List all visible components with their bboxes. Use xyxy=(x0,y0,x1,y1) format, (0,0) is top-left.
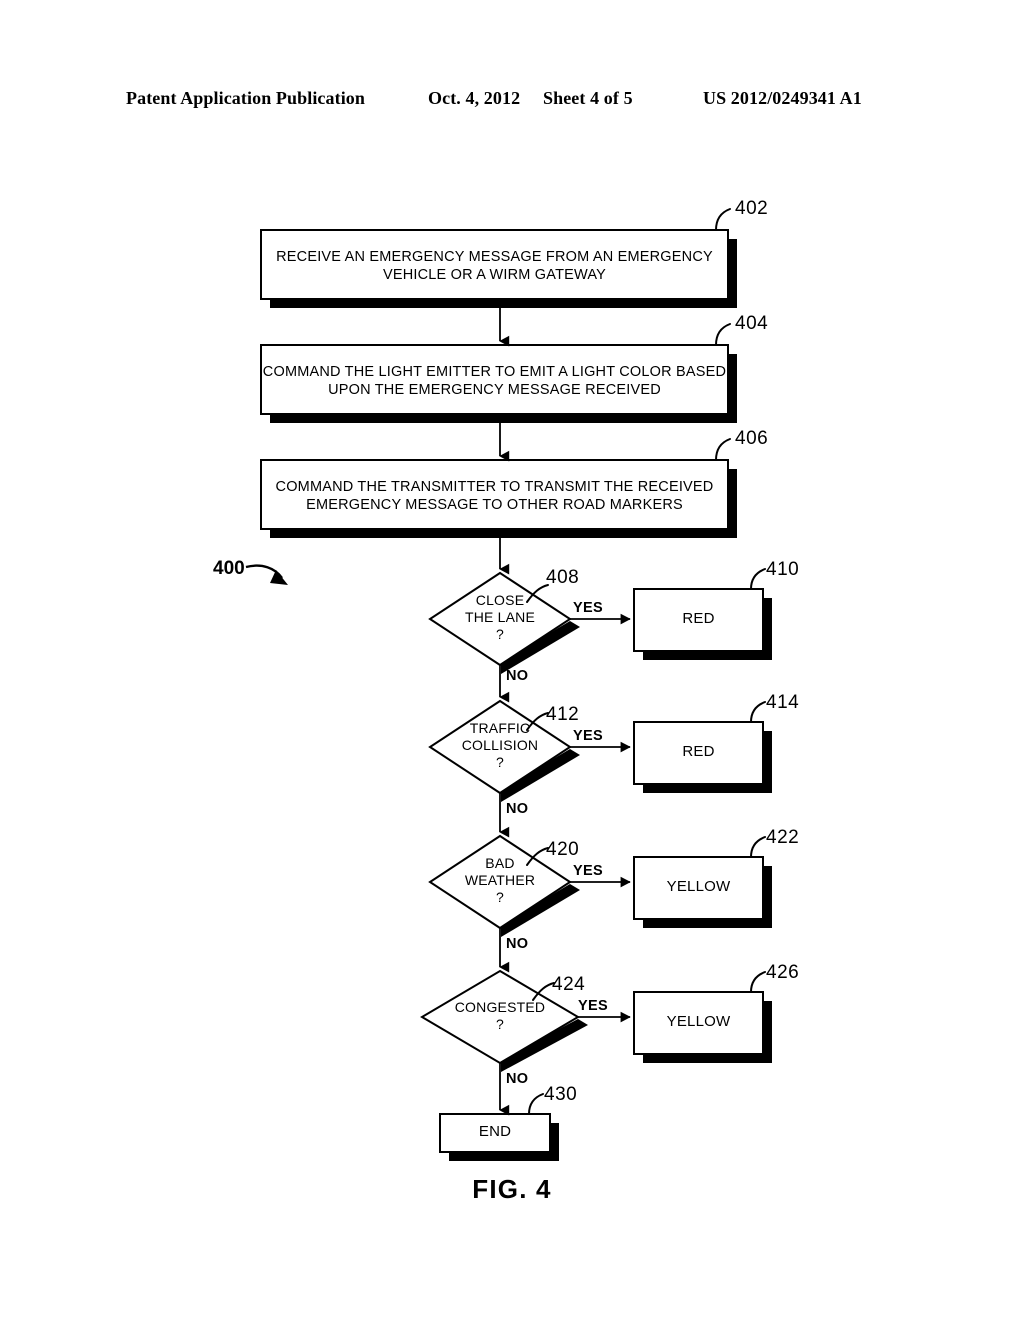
reference-numeral-412: 412 xyxy=(546,704,580,725)
terminal-box-430 xyxy=(439,1113,551,1153)
reference-numeral-424: 424 xyxy=(552,974,586,995)
reference-numeral-420: 420 xyxy=(546,839,580,860)
reference-numeral-426: 426 xyxy=(766,962,800,983)
leader-422 xyxy=(750,836,766,858)
branch-label-no-424: NO xyxy=(506,1071,529,1087)
branch-label-yes-420: YES xyxy=(573,863,603,879)
leader-406 xyxy=(715,438,731,461)
reference-numeral-430: 430 xyxy=(544,1084,578,1105)
branch-label-no-420: NO xyxy=(506,936,529,952)
leader-404 xyxy=(715,323,731,346)
branch-label-no-412: NO xyxy=(506,801,529,817)
leader-426 xyxy=(750,971,766,993)
process-box-402 xyxy=(260,229,729,300)
terminal-box-410 xyxy=(633,588,764,652)
terminal-box-426 xyxy=(633,991,764,1055)
terminal-box-414 xyxy=(633,721,764,785)
process-box-404 xyxy=(260,344,729,415)
reference-numeral-422: 422 xyxy=(766,827,800,848)
leader-402 xyxy=(715,208,731,231)
shape-bodies xyxy=(260,229,764,1153)
leader-430 xyxy=(528,1093,544,1115)
terminal-box-422 xyxy=(633,856,764,920)
reference-numeral-410: 410 xyxy=(766,559,800,580)
reference-numeral-408: 408 xyxy=(546,567,580,588)
process-box-406 xyxy=(260,459,729,530)
branch-label-no-408: NO xyxy=(506,668,529,684)
reference-numeral-402: 402 xyxy=(735,198,769,219)
figure-caption: FIG. 4 xyxy=(472,1174,552,1204)
reference-numeral-404: 404 xyxy=(735,313,769,334)
leader-410 xyxy=(750,568,766,590)
leader-414 xyxy=(750,701,766,723)
branch-label-yes-412: YES xyxy=(573,728,603,744)
flowchart-svg xyxy=(245,208,772,1161)
branch-label-yes-408: YES xyxy=(573,600,603,616)
diagram-label-pointer xyxy=(245,564,288,585)
reference-numeral-406: 406 xyxy=(735,428,769,449)
reference-numeral-414: 414 xyxy=(766,692,800,713)
flowchart-figure: RECEIVE AN EMERGENCY MESSAGE FROM AN EME… xyxy=(0,0,1024,1320)
diagram-reference-400: 400 xyxy=(213,558,245,579)
branch-label-yes-424: YES xyxy=(578,998,608,1014)
